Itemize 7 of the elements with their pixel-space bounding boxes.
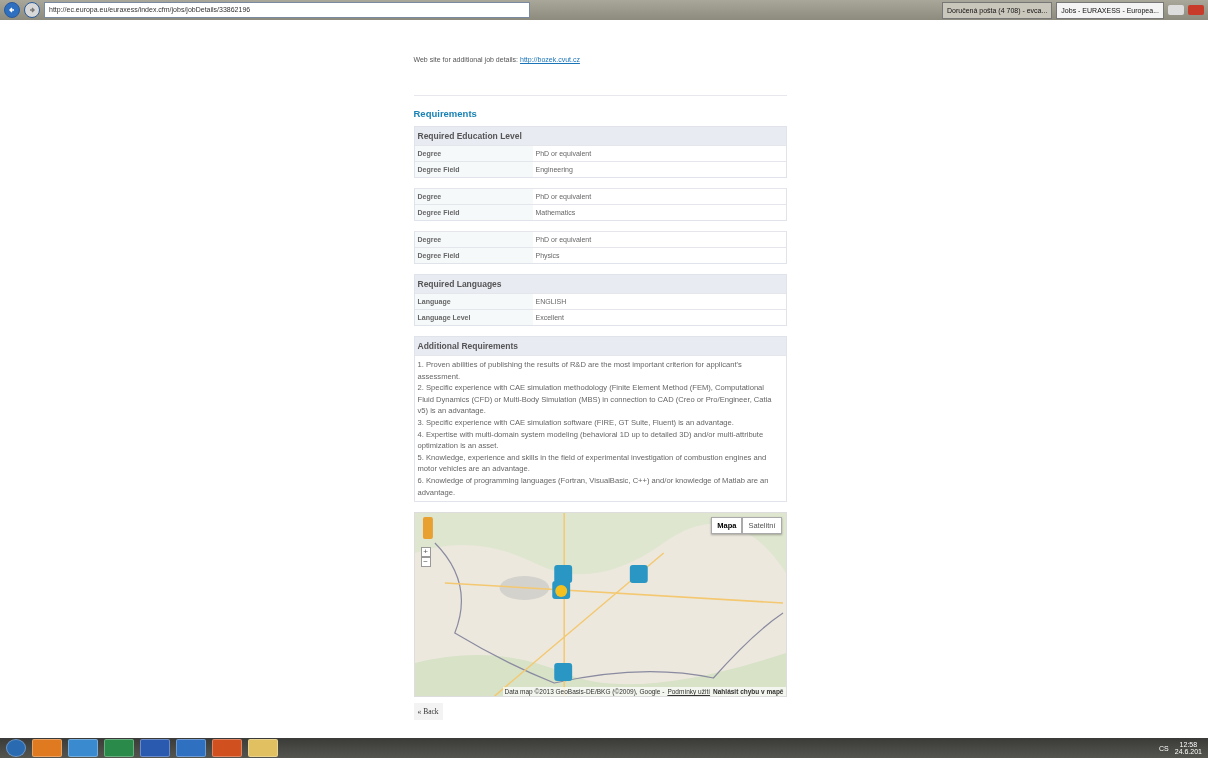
- close-icon[interactable]: [1188, 5, 1204, 15]
- table-header: Additional Requirements: [414, 337, 786, 355]
- zoom-in-button[interactable]: +: [420, 547, 431, 558]
- zoom-out-button[interactable]: −: [420, 557, 431, 568]
- table-header: Required Languages: [414, 275, 786, 293]
- section-title: Requirements: [413, 108, 478, 119]
- table-header: Required Education Level: [414, 127, 786, 145]
